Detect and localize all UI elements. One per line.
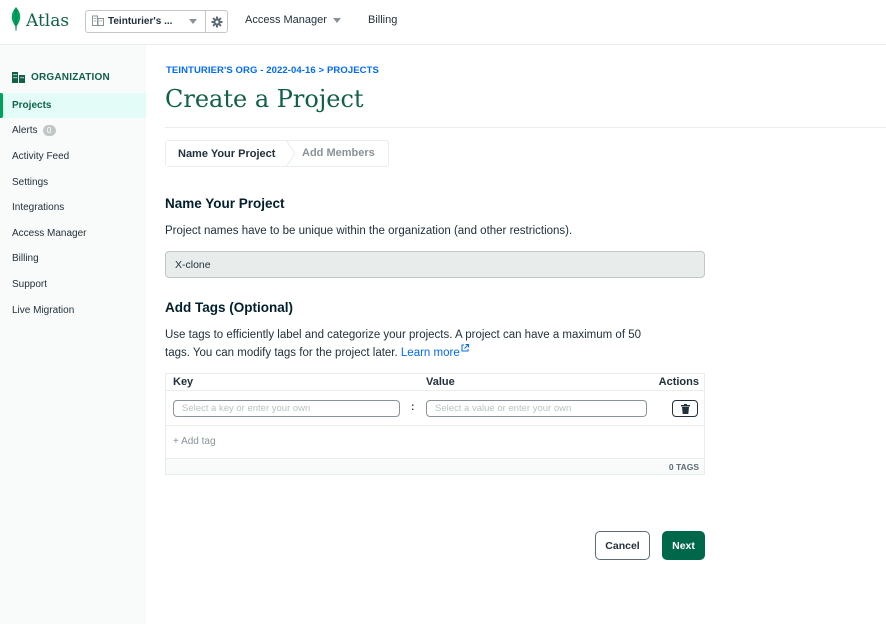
atlas-logo[interactable]: Atlas [10,7,69,34]
learn-more-label: Learn more [400,347,460,359]
add-tag-button[interactable]: + Add tag [173,436,216,447]
building-icon [12,72,25,83]
top-bar: Atlas Teinturier's ... Access Manager Bi… [0,0,886,45]
name-section-description: Project names have to be unique within t… [165,225,573,237]
tags-section-description: Use tags to efficiently label and catego… [165,326,641,362]
learn-more-link[interactable]: Learn more [400,344,469,359]
tags-section-heading: Add Tags (Optional) [165,300,293,315]
column-header-key: Key [173,376,194,388]
tags-description-line2: tags. You can modify tags for the projec… [165,347,398,359]
tags-table-header: Key Value Actions [166,374,704,391]
step-name-your-project[interactable]: Name Your Project [166,141,288,166]
sidebar-item-support[interactable]: Support [0,272,146,297]
building-icon [92,15,104,29]
sidebar-item-billing[interactable]: Billing [0,246,146,271]
name-section-heading: Name Your Project [165,196,285,211]
org-name: Teinturier's ... [108,16,173,27]
sidebar-section-title: ORGANIZATION [31,72,110,83]
nav-access-manager-label: Access Manager [245,14,327,26]
org-selector[interactable]: Teinturier's ... [85,10,228,33]
sidebar-item-access-manager[interactable]: Access Manager [0,221,146,246]
delete-tag-button[interactable] [672,400,698,417]
leaf-icon [10,7,22,34]
step-add-members[interactable]: Add Members [302,147,375,159]
breadcrumb[interactable]: TEINTURIER'S ORG - 2022-04-16 > PROJECTS [166,65,379,76]
sidebar-item-activity-feed[interactable]: Activity Feed [0,144,146,169]
nav-billing[interactable]: Billing [368,14,397,26]
key-value-separator: : [411,402,415,413]
logo-text: Atlas [26,10,70,31]
sidebar-item-alerts[interactable]: Alerts 0 [0,118,146,143]
chevron-down-icon [333,18,341,23]
tags-table: Key Value Actions Select a key or enter … [165,373,705,475]
next-button[interactable]: Next [662,531,705,560]
tag-value-input[interactable]: Select a value or enter your own [426,400,647,417]
sidebar-item-live-migration[interactable]: Live Migration [0,298,146,323]
tags-description-line1: Use tags to efficiently label and catego… [165,329,642,341]
external-link-icon [461,344,469,352]
divider [165,127,886,128]
nav-access-manager[interactable]: Access Manager [245,14,341,26]
sidebar: ORGANIZATION Projects Alerts 0 Activity … [0,45,146,624]
page-title: Create a Project [165,85,364,113]
divider [166,425,704,426]
sidebar-item-settings[interactable]: Settings [0,170,146,195]
trash-icon [680,403,690,414]
cancel-button[interactable]: Cancel [595,531,650,560]
wizard-steps: Name Your Project Add Members [165,140,389,167]
sidebar-item-projects[interactable]: Projects [0,93,146,118]
alerts-count-badge: 0 [42,125,56,136]
tags-table-footer: 0 TAGS [166,458,704,474]
chevron-down-icon [189,19,197,24]
column-header-actions: Actions [658,376,699,388]
sidebar-item-integrations[interactable]: Integrations [0,195,146,220]
tag-count: 0 TAGS [668,462,699,472]
step-chevron-icon [285,140,296,167]
project-name-input[interactable]: X-clone [165,251,705,278]
column-header-value: Value [426,376,455,388]
tag-key-input[interactable]: Select a key or enter your own [173,400,400,417]
sidebar-section-header: ORGANIZATION [12,72,110,83]
gear-icon[interactable] [205,11,228,32]
sidebar-item-label: Alerts [12,125,38,136]
